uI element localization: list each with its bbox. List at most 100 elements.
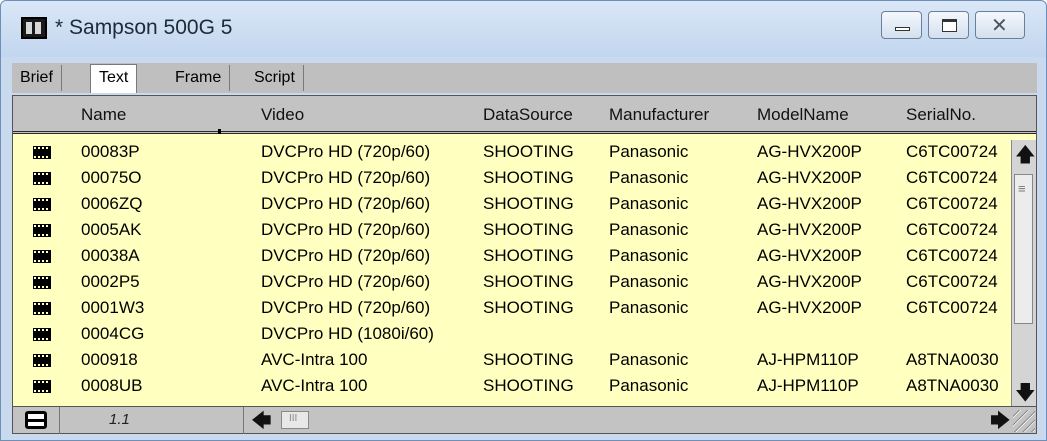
clip-name-cell: 00038A xyxy=(81,246,140,265)
minimize-icon xyxy=(895,27,910,31)
modelname-cell: AG-HVX200P xyxy=(757,246,862,265)
clip-name-cell: 0001W3 xyxy=(81,298,145,317)
modelname-cell: AG-HVX200P xyxy=(757,142,862,161)
bin-index-readout: 1.1 xyxy=(109,411,130,428)
master-clip-icon[interactable] xyxy=(33,380,51,393)
serialno-cell: C6TC00724 xyxy=(906,272,998,291)
column-header-video[interactable]: Video xyxy=(261,105,304,125)
bin-view-tabs: Brief Text Frame Script xyxy=(12,63,1037,93)
datasource-cell: SHOOTING xyxy=(483,350,574,369)
manufacturer-cell: Panasonic xyxy=(609,220,689,239)
scroll-up-arrow-icon[interactable]: 🡅 xyxy=(1015,140,1036,174)
clip-name-cell: 0006ZQ xyxy=(81,194,143,213)
table-row[interactable]: 0001W3 DVCPro HD (720p/60) SHOOTING Panason… xyxy=(13,296,1011,322)
datasource-cell: SHOOTING xyxy=(483,142,574,161)
video-format-cell: DVCPro HD (720p/60) xyxy=(261,246,431,265)
video-format-cell: DVCPro HD (720p/60) xyxy=(261,298,431,317)
master-clip-icon[interactable] xyxy=(33,198,51,211)
video-format-cell: DVCPro HD (1080i/60) xyxy=(261,324,434,343)
status-divider xyxy=(243,407,244,434)
status-divider xyxy=(59,407,60,434)
manufacturer-cell: Panasonic xyxy=(609,298,689,317)
close-button[interactable]: ✕ xyxy=(975,11,1025,39)
bin-status-bar: 1.1 🡄 🡆 xyxy=(12,407,1037,434)
datasource-cell: SHOOTING xyxy=(483,272,574,291)
bin-window: * Sampson 500G 5 ✕ Brief Text Frame Scri… xyxy=(0,0,1047,441)
title-bar[interactable]: * Sampson 500G 5 ✕ xyxy=(1,1,1046,57)
serialno-cell: C6TC00724 xyxy=(906,298,998,317)
table-row[interactable]: 0002P5 DVCPro HD (720p/60) SHOOTING Panason… xyxy=(13,270,1011,296)
horizontal-scroll-thumb[interactable] xyxy=(281,411,309,429)
clip-name-cell: 00075O xyxy=(81,168,142,187)
video-format-cell: AVC-Intra 100 xyxy=(261,376,368,395)
column-header-serialno[interactable]: SerialNo. xyxy=(906,105,976,125)
datasource-cell: SHOOTING xyxy=(483,220,574,239)
master-clip-icon[interactable] xyxy=(33,302,51,315)
datasource-cell: SHOOTING xyxy=(483,376,574,395)
table-row[interactable]: 00075O DVCPro HD (720p/60) SHOOTING Panason… xyxy=(13,166,1011,192)
serialno-cell: C6TC00724 xyxy=(906,194,998,213)
maximize-button[interactable] xyxy=(928,11,969,39)
table-row[interactable]: 00083P DVCPro HD (720p/60) SHOOTING Panason… xyxy=(13,140,1011,166)
manufacturer-cell: Panasonic xyxy=(609,246,689,265)
column-header-manufacturer[interactable]: Manufacturer xyxy=(609,105,709,125)
manufacturer-cell: Panasonic xyxy=(609,272,689,291)
column-header-datasource[interactable]: DataSource xyxy=(483,105,573,125)
serialno-cell: C6TC00724 xyxy=(906,220,998,239)
resize-grip-icon[interactable] xyxy=(1013,410,1035,432)
master-clip-icon[interactable] xyxy=(33,224,51,237)
clip-table: Name Video DataSource Manufacturer Model… xyxy=(12,95,1037,407)
clip-name-cell: 0004CG xyxy=(81,324,145,343)
horizontal-scrollbar[interactable]: 🡄 🡆 xyxy=(245,408,1011,432)
clip-name-cell: 0005AK xyxy=(81,220,142,239)
video-format-cell: DVCPro HD (720p/60) xyxy=(261,272,431,291)
modelname-cell: AG-HVX200P xyxy=(757,194,862,213)
column-header-modelname[interactable]: ModelName xyxy=(757,105,849,125)
master-clip-icon[interactable] xyxy=(33,172,51,185)
tab-brief[interactable]: Brief xyxy=(12,65,62,91)
table-row[interactable]: 00038A DVCPro HD (720p/60) SHOOTING Panason… xyxy=(13,244,1011,270)
serialno-cell: C6TC00724 xyxy=(906,142,998,161)
tab-frame[interactable]: Frame xyxy=(167,65,231,91)
serialno-cell: C6TC00724 xyxy=(906,246,998,265)
manufacturer-cell: Panasonic xyxy=(609,194,689,213)
datasource-cell: SHOOTING xyxy=(483,246,574,265)
master-clip-icon[interactable] xyxy=(33,146,51,159)
table-row[interactable]: 0006ZQ DVCPro HD (720p/60) SHOOTING Panason… xyxy=(13,192,1011,218)
master-clip-icon[interactable] xyxy=(33,250,51,263)
clip-name-cell: 000918 xyxy=(81,350,138,369)
clip-name-cell: 00083P xyxy=(81,142,140,161)
table-row[interactable]: 0008UB AVC-Intra 100 SHOOTING Panasonic AJ-H… xyxy=(13,374,1011,400)
master-clip-icon[interactable] xyxy=(33,276,51,289)
modelname-cell: AG-HVX200P xyxy=(757,220,862,239)
table-row[interactable]: 0005AK DVCPro HD (720p/60) SHOOTING Panason… xyxy=(13,218,1011,244)
clip-rows: 00083P DVCPro HD (720p/60) SHOOTING Panason… xyxy=(13,140,1011,408)
table-row[interactable]: 0004CG DVCPro HD (1080i/60) xyxy=(13,322,1011,348)
maximize-icon xyxy=(942,19,957,32)
vertical-scrollbar[interactable]: 🡅 🡇 xyxy=(1011,140,1036,406)
film-bin-icon[interactable] xyxy=(21,17,47,39)
window-title: * Sampson 500G 5 xyxy=(55,16,233,39)
vertical-scroll-thumb[interactable] xyxy=(1014,174,1033,324)
master-clip-icon[interactable] xyxy=(33,328,51,341)
scroll-right-arrow-icon[interactable]: 🡆 xyxy=(990,406,1011,440)
close-icon: ✕ xyxy=(991,13,1008,37)
video-format-cell: AVC-Intra 100 xyxy=(261,350,368,369)
video-format-cell: DVCPro HD (720p/60) xyxy=(261,168,431,187)
video-format-cell: DVCPro HD (720p/60) xyxy=(261,142,431,161)
datasource-cell: SHOOTING xyxy=(483,168,574,187)
column-resize-handle[interactable] xyxy=(218,129,221,134)
clip-name-cell: 0002P5 xyxy=(81,272,140,291)
scroll-left-arrow-icon[interactable]: 🡄 xyxy=(251,406,272,440)
manufacturer-cell: Panasonic xyxy=(609,168,689,187)
tab-text[interactable]: Text xyxy=(90,64,138,93)
table-row[interactable]: 000918 AVC-Intra 100 SHOOTING Panasonic AJ-H… xyxy=(13,348,1011,374)
modelname-cell: AG-HVX200P xyxy=(757,298,862,317)
manufacturer-cell: Panasonic xyxy=(609,376,689,395)
modelname-cell: AJ-HPM110P xyxy=(757,350,859,369)
bin-layout-icon[interactable] xyxy=(25,411,47,429)
master-clip-icon[interactable] xyxy=(33,354,51,367)
tab-script[interactable]: Script xyxy=(246,65,304,91)
column-header-name[interactable]: Name xyxy=(81,105,126,125)
minimize-button[interactable] xyxy=(881,11,922,39)
